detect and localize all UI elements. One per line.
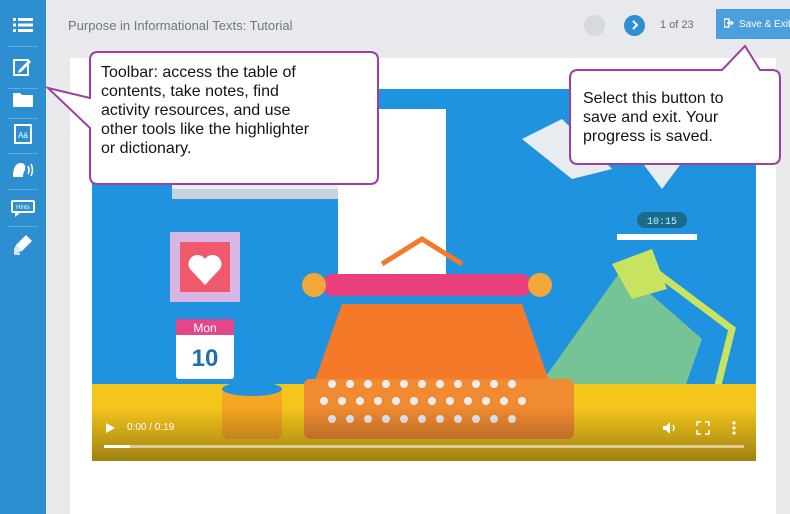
toolbar-callout-line: or dictionary. — [101, 140, 192, 157]
save-callout-line: Select this button to — [583, 90, 724, 107]
toolbar-callout-line: other tools like the highlighter — [101, 121, 310, 138]
save-callout-text: Select this button to save and exit. You… — [583, 89, 724, 146]
save-callout-line: progress is saved. — [583, 128, 713, 145]
toolbar-callout-line: activity resources, and use — [101, 102, 291, 119]
toolbar-callout-text: Toolbar: access the table of contents, t… — [101, 63, 309, 158]
save-callout-line: save and exit. Your — [583, 109, 719, 126]
toolbar-callout-line: Toolbar: access the table of — [101, 64, 296, 81]
toolbar-callout-line: contents, take notes, find — [101, 83, 279, 100]
